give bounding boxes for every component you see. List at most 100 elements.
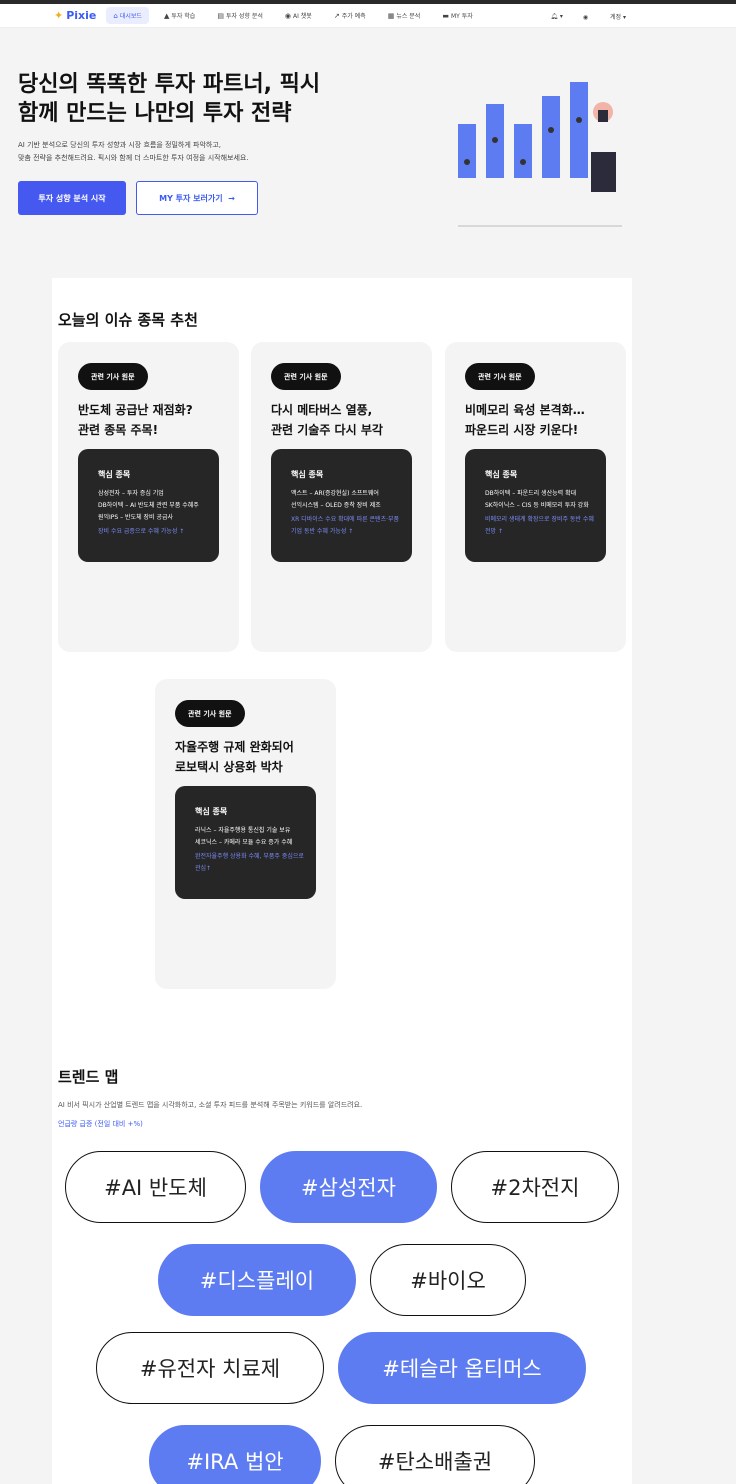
- illustration-bar: [570, 82, 588, 178]
- stock-item: 선익시스템 – OLED 증착 장비 제조: [291, 502, 381, 509]
- graduation-cap-icon: ▲: [163, 11, 170, 20]
- issue-title-line2: 파운드리 시장 키운다!: [465, 423, 579, 437]
- issue-card[interactable]: 관련 기사 원문 비메모리 육성 본격화… 파운드리 시장 키운다! 핵심 종목 …: [445, 342, 626, 652]
- hero-description: AI 기반 분석으로 당신의 투자 성향과 시장 흐름을 정밀하게 파악하고, …: [18, 139, 318, 165]
- my-invest-button[interactable]: MY 투자 보러가기 →: [136, 181, 258, 215]
- article-badge-button[interactable]: 관련 기사 원문: [78, 363, 148, 390]
- main-content: 오늘의 이슈 종목 추천 관련 기사 원문 반도체 공급난 재점화? 관련 종목 …: [52, 278, 632, 1484]
- issue-card[interactable]: 관련 기사 원문 다시 메타버스 열풍, 관련 기술주 다시 부각 핵심 종목 맥…: [251, 342, 432, 652]
- account-label: 계정: [610, 13, 622, 21]
- nav-label: 투자 학습: [171, 13, 196, 20]
- key-stocks-box: 핵심 종목 DB하이텍 – 파운드리 생산능력 확대 SK하이닉스 – CIS …: [465, 449, 606, 562]
- brand-logo[interactable]: ✦ Pixie: [54, 9, 96, 22]
- illustration-dot: [548, 127, 554, 133]
- hero-title: 당신의 똑똑한 투자 파트너, 픽시 함께 만드는 나만의 투자 전략: [18, 70, 358, 128]
- stock-item: 맥스트 – AR(증강현실) 소프트웨어: [291, 490, 379, 497]
- keyword-chip[interactable]: #디스플레이: [158, 1244, 356, 1316]
- key-stocks-title: 핵심 종목: [195, 807, 228, 816]
- illustration-bar: [542, 96, 560, 178]
- start-analysis-label: 투자 성향 분석 시작: [38, 193, 106, 203]
- hero-illustration: [458, 82, 622, 227]
- illustration-bar: [514, 124, 532, 178]
- brand-name: Pixie: [66, 9, 97, 22]
- key-stocks-box: 핵심 종목 라닉스 – 자율주행용 통신칩 기술 보유 세코닉스 – 카메라 모…: [175, 786, 316, 899]
- issues-title: 오늘의 이슈 종목 추천: [58, 311, 198, 329]
- nav-label: 주가 예측: [341, 13, 366, 20]
- illustration-person-hair: [598, 110, 608, 122]
- key-stocks-title: 핵심 종목: [291, 470, 324, 479]
- keyword-chip[interactable]: #유전자 치료제: [96, 1332, 324, 1404]
- my-invest-label: MY 투자 보러가기: [159, 193, 223, 203]
- nav-item-my-invest[interactable]: ▬ MY 투자: [435, 7, 479, 24]
- clipboard-icon: ▤: [217, 11, 224, 20]
- keyword-chip[interactable]: #삼성전자: [260, 1151, 437, 1223]
- top-nav: ✦ Pixie ⌂ 대시보드 ▲ 투자 학습 ▤ 투자 성향 분석 ◉ AI 챗봇 ↗ 주…: [0, 4, 736, 28]
- article-badge-button[interactable]: 관련 기사 원문: [465, 363, 535, 390]
- issue-card[interactable]: 관련 기사 원문 자율주행 규제 완화되어로보택시 상용화 박차 핵심 종목 라…: [155, 679, 336, 989]
- nav-right: 🔔︎ ▾ ◉ 계정 ▾: [530, 4, 626, 28]
- hero-section: 당신의 똑똑한 투자 파트너, 픽시 함께 만드는 나만의 투자 전략 AI 기…: [0, 28, 736, 258]
- stock-item: 세코닉스 – 카메라 모듈 수요 증가 수혜: [195, 839, 293, 846]
- arrow-right-icon: →: [228, 193, 235, 203]
- issue-title-line2: 로보택시 상용화 박차: [175, 760, 283, 774]
- illustration-dot: [520, 159, 526, 165]
- issue-card-title: 다시 메타버스 열풍, 관련 기술주 다시 부각: [271, 400, 421, 440]
- nav-item-profile-analysis[interactable]: ▤ 투자 성향 분석: [210, 7, 270, 24]
- stock-note: 비메모리 생태계 확장으로 장비주 동반 수혜 전망 ↑: [485, 516, 594, 535]
- nav-item-learning[interactable]: ▲ 투자 학습: [157, 7, 202, 24]
- stock-item: 라닉스 – 자율주행용 통신칩 기술 보유: [195, 827, 291, 834]
- issue-title-line1: 자율주행 규제 완화되어: [175, 740, 294, 754]
- keyword-chip[interactable]: #탄소배출권: [335, 1425, 535, 1484]
- stock-item: SK하이닉스 – CIS 등 비메모리 투자 강화: [485, 502, 589, 509]
- home-icon: ⌂: [113, 11, 118, 20]
- illustration-dot: [492, 137, 498, 143]
- issue-title-line1: 비메모리 육성 본격화…: [465, 403, 585, 417]
- nav-label: 뉴스 분석: [396, 13, 421, 20]
- illustration-person-body: [591, 152, 616, 192]
- nav-item-prediction[interactable]: ↗ 주가 예측: [327, 7, 373, 24]
- keyword-chip[interactable]: #AI 반도체: [65, 1151, 246, 1223]
- issue-card-title: 비메모리 육성 본격화… 파운드리 시장 키운다!: [465, 400, 615, 440]
- issue-card-title: 자율주행 규제 완화되어로보택시 상용화 박차: [175, 737, 325, 777]
- issue-title-line2: 관련 종목 주목!: [78, 423, 159, 437]
- nav-item-news[interactable]: ▦ 뉴스 분석: [381, 7, 428, 24]
- account-menu[interactable]: ◉ 계정 ▾: [583, 12, 626, 21]
- article-badge-button[interactable]: 관련 기사 원문: [271, 363, 341, 390]
- hero-title-line2: 함께 만드는 나만의 투자 전략: [18, 101, 292, 126]
- nav-label: 투자 성향 분석: [225, 13, 263, 20]
- hero-desc-line2: 맞춤 전략을 추천해드려요. 픽시와 함께 더 스마트한 투자 여정을 시작해보…: [18, 154, 249, 162]
- issue-title-line2: 관련 기술주 다시 부각: [271, 423, 383, 437]
- stock-note: 장비 수요 급증으로 수혜 가능성 ↑: [98, 528, 185, 535]
- start-analysis-button[interactable]: 투자 성향 분석 시작: [18, 181, 126, 215]
- stock-note: XR 디바이스 수요 확대에 따른 콘텐츠·부품 기업 동반 수혜 가능성 ↑: [291, 516, 400, 535]
- illustration-dot: [464, 159, 470, 165]
- key-stocks-title: 핵심 종목: [98, 470, 131, 479]
- key-stocks-box: 핵심 종목 맥스트 – AR(증강현실) 소프트웨어 선익시스템 – OLED …: [271, 449, 412, 562]
- hero-title-line1: 당신의 똑똑한 투자 파트너, 픽시: [18, 72, 321, 97]
- robot-icon: ◉: [284, 11, 291, 20]
- stock-item: 원익IPS – 반도체 장비 공급사: [98, 514, 174, 521]
- notification-bell-icon[interactable]: 🔔︎ ▾: [550, 13, 563, 20]
- nav-item-chatbot[interactable]: ◉ AI 챗봇: [278, 7, 319, 24]
- illustration-bar: [458, 124, 476, 178]
- hero-desc-line1: AI 기반 분석으로 당신의 투자 성향과 시장 흐름을 정밀하게 파악하고,: [18, 141, 221, 149]
- mention-surge-link[interactable]: 언급량 급증 (전일 대비 +%): [58, 1119, 143, 1129]
- sparkle-icon: ✦: [54, 9, 64, 22]
- keyword-chip[interactable]: #테슬라 옵티머스: [338, 1332, 586, 1404]
- nav-item-dashboard[interactable]: ⌂ 대시보드: [106, 7, 149, 24]
- keyword-chip[interactable]: #2차전지: [451, 1151, 619, 1223]
- issue-card[interactable]: 관련 기사 원문 반도체 공급난 재점화? 관련 종목 주목! 핵심 종목 삼성전…: [58, 342, 239, 652]
- stock-item: DB하이텍 – AI 반도체 관련 부품 수혜주: [98, 502, 199, 509]
- illustration-dot: [576, 117, 582, 123]
- stock-note: 완전자율주행 상용화 수혜, 부품주 중심으로 관심↑: [195, 853, 304, 872]
- keyword-chip[interactable]: #바이오: [370, 1244, 526, 1316]
- issue-card-title: 반도체 공급난 재점화? 관련 종목 주목!: [78, 400, 228, 440]
- stock-item: 삼성전자 – 투자 증심 기업: [98, 490, 164, 497]
- nav-label: 대시보드: [119, 13, 142, 20]
- issue-title-line1: 다시 메타버스 열풍,: [271, 403, 373, 417]
- nav-label: MY 투자: [450, 13, 473, 20]
- keyword-chip[interactable]: #IRA 법안: [149, 1425, 321, 1484]
- key-stocks-box: 핵심 종목 삼성전자 – 투자 증심 기업 DB하이텍 – AI 반도체 관련 …: [78, 449, 219, 562]
- issue-title-line1: 반도체 공급난 재점화?: [78, 403, 193, 417]
- article-badge-button[interactable]: 관련 기사 원문: [175, 700, 245, 727]
